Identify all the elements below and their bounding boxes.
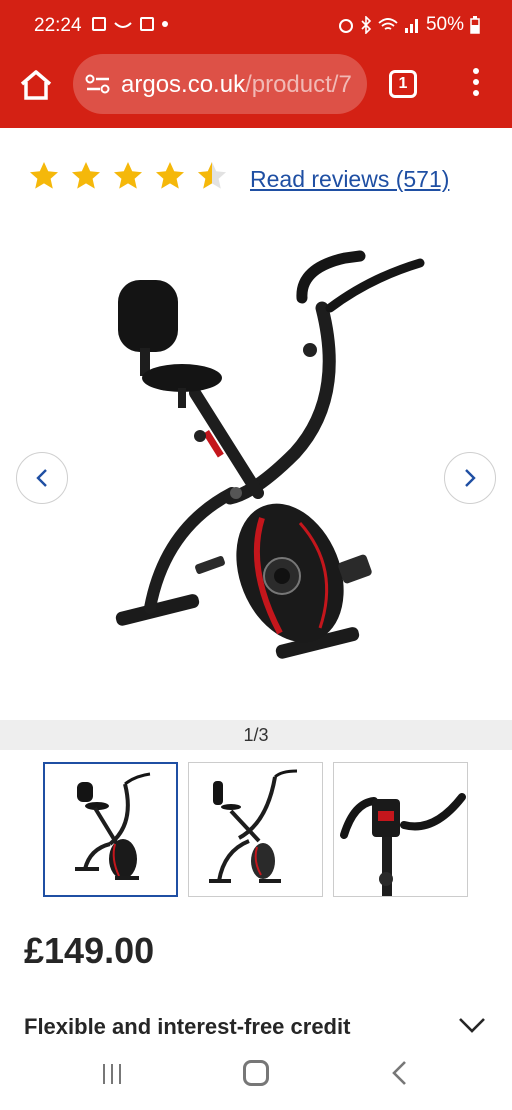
notification-icons	[92, 17, 168, 31]
next-image-button[interactable]	[444, 452, 496, 504]
signal-icon	[404, 19, 418, 33]
product-image-carousel[interactable]	[0, 228, 512, 718]
alarm-icon	[338, 19, 353, 33]
star-full-icon	[156, 162, 184, 189]
thumbnail-strip	[43, 762, 468, 897]
bike-side-thumbnail-image	[209, 769, 298, 883]
product-price: £149.00	[24, 930, 155, 971]
more-menu-icon[interactable]	[466, 68, 486, 100]
read-reviews-link[interactable]: Read reviews (571)	[250, 166, 449, 193]
chevron-right-icon	[465, 469, 476, 487]
chevron-left-icon	[36, 469, 47, 487]
credit-accordion-label[interactable]: Flexible and interest-free credit	[24, 1014, 350, 1040]
star-rating	[28, 160, 228, 192]
url-host: argos.co.uk	[121, 71, 246, 98]
url-path: /product/7	[245, 71, 352, 98]
star-full-icon	[114, 162, 142, 189]
image-counter: 1/3	[0, 720, 512, 750]
voicemail-icon	[114, 22, 132, 28]
more-notifications-icon	[162, 21, 168, 27]
recent-apps-icon[interactable]	[100, 1062, 124, 1086]
status-bar: 22:24 50%	[0, 0, 512, 52]
chevron-down-icon[interactable]	[458, 1016, 486, 1034]
star-half-icon	[198, 162, 226, 189]
site-settings-icon[interactable]	[85, 72, 111, 96]
thumbnail-2[interactable]	[188, 762, 323, 897]
back-icon[interactable]	[390, 1060, 408, 1086]
system-navigation-bar	[0, 1050, 512, 1110]
star-full-icon	[72, 162, 100, 189]
battery-icon	[470, 16, 480, 34]
calendar-icon	[140, 17, 154, 31]
handlebar-console-thumbnail-image	[340, 793, 466, 896]
tab-switcher-button[interactable]: 1	[389, 70, 417, 98]
gallery-icon	[92, 17, 106, 31]
thumbnail-3[interactable]	[333, 762, 468, 897]
home-icon[interactable]	[18, 67, 54, 103]
previous-image-button[interactable]	[16, 452, 68, 504]
bike-thumbnail-image	[75, 772, 151, 880]
thumbnail-1[interactable]	[43, 762, 178, 897]
star-full-icon	[30, 162, 58, 189]
home-nav-icon[interactable]	[243, 1060, 269, 1086]
exercise-bike-image	[115, 250, 425, 659]
battery-percent: 50%	[425, 14, 464, 35]
address-bar[interactable]: argos.co.uk/product/7	[73, 54, 367, 114]
url-text[interactable]: argos.co.uk/product/7	[121, 71, 352, 99]
browser-toolbar: argos.co.uk/product/7 1	[0, 52, 512, 128]
system-icons: 50%	[338, 14, 480, 36]
wifi-icon	[378, 18, 398, 30]
status-time: 22:24	[34, 15, 82, 36]
bluetooth-icon	[361, 16, 372, 34]
